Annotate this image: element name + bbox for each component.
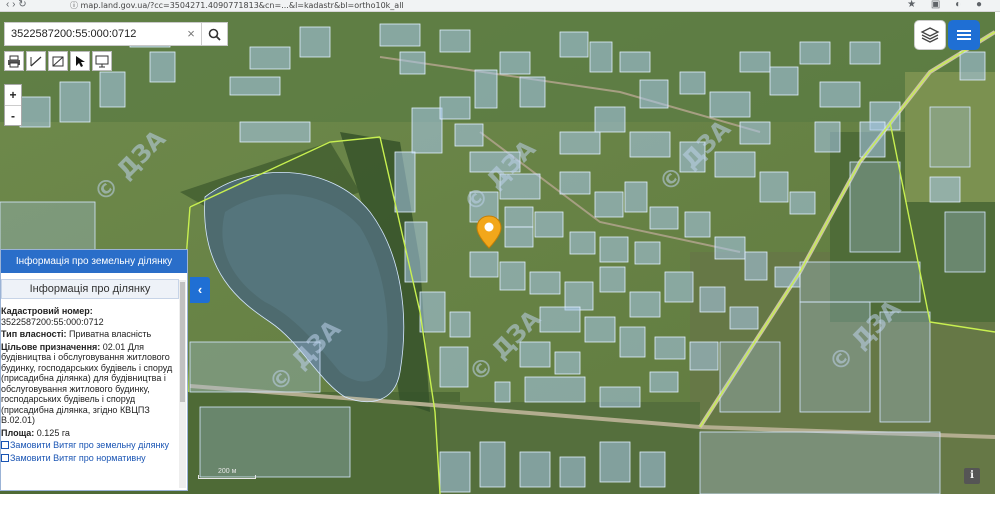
search-icon [208,28,221,41]
search-button[interactable] [201,23,227,45]
browser-toolbar: ‹ › ↻ ⓘ map.land.gov.ua/?cc=3504271.4090… [0,0,1000,12]
ownership-row: Тип власності: Приватна власність [1,329,177,340]
address-bar[interactable]: ⓘ map.land.gov.ua/?cc=3504271.4090771813… [70,0,790,11]
browser-extension-icons[interactable]: ★ ▣ ◐ ● [907,0,988,10]
location-pin-icon[interactable] [476,215,502,249]
purpose-label: Цільове призначення: [1,341,101,352]
cursor-icon [76,55,85,67]
cadastral-search: × [4,22,228,46]
purpose-value: 02.01 Для будівництва і обслуговування ж… [1,341,173,426]
info-tool-button[interactable] [92,51,112,71]
zoom-in-button[interactable]: + [5,85,21,105]
zoom-out-button[interactable]: - [5,105,21,125]
panel-header: Інформація про земельну ділянку [1,250,187,273]
order-extract-link-text[interactable]: Замовити Витяг про земельну ділянку [10,440,169,450]
ruler-icon [30,56,42,66]
panel-scrollbar[interactable] [179,280,186,488]
document-icon [1,453,9,462]
browser-nav-buttons[interactable]: ‹ › ↻ [6,0,27,10]
purpose-row: Цільове призначення: 02.01 Для будівницт… [1,342,177,426]
info-button[interactable]: i [964,468,980,484]
menu-button[interactable] [948,20,980,50]
order-extract-link[interactable]: Замовити Витяг про земельну ділянку [1,440,177,451]
parcel-info-panel: Інформація про земельну ділянку Інформац… [0,249,188,491]
area-icon [52,56,64,66]
layers-icon [920,27,940,43]
monitor-icon [95,55,109,67]
measure-distance-button[interactable] [26,51,46,71]
map-toolbar [4,51,112,71]
layers-button[interactable] [914,20,946,50]
cadastral-value: 3522587200:55:000:0712 [1,316,104,327]
panel-subheader[interactable]: Інформація про ділянку [1,279,179,299]
area-label: Площа: [1,427,35,438]
document-icon [1,441,9,449]
area-row: Площа: 0.125 га [1,428,177,439]
printer-icon [8,55,20,67]
order-normative-link-text[interactable]: Замовити Витяг про нормативну [10,453,146,463]
area-value: 0.125 га [36,427,70,438]
clear-search-button[interactable]: × [181,23,201,45]
cadastral-number-row: Кадастровий номер: 3522587200:55:000:071… [1,306,177,327]
cadastral-label: Кадастровий номер: [1,306,93,316]
collapse-panel-button[interactable]: ‹ [190,277,210,303]
zoom-control: + - [4,84,22,126]
scale-label: 200 м [218,468,237,475]
order-normative-link[interactable]: Замовити Витяг про нормативну [1,453,177,464]
search-input[interactable] [5,23,181,45]
select-tool-button[interactable] [70,51,90,71]
panel-body: Кадастровий номер: 3522587200:55:000:071… [1,306,177,490]
hamburger-menu-icon [957,30,971,40]
scale-bar: 200 м [198,468,256,480]
scale-line [198,475,256,479]
ownership-label: Тип власності: [1,329,67,339]
measure-area-button[interactable] [48,51,68,71]
ownership-value: Приватна власність [69,329,152,339]
print-button[interactable] [4,51,24,71]
scrollbar-thumb[interactable] [180,282,185,402]
